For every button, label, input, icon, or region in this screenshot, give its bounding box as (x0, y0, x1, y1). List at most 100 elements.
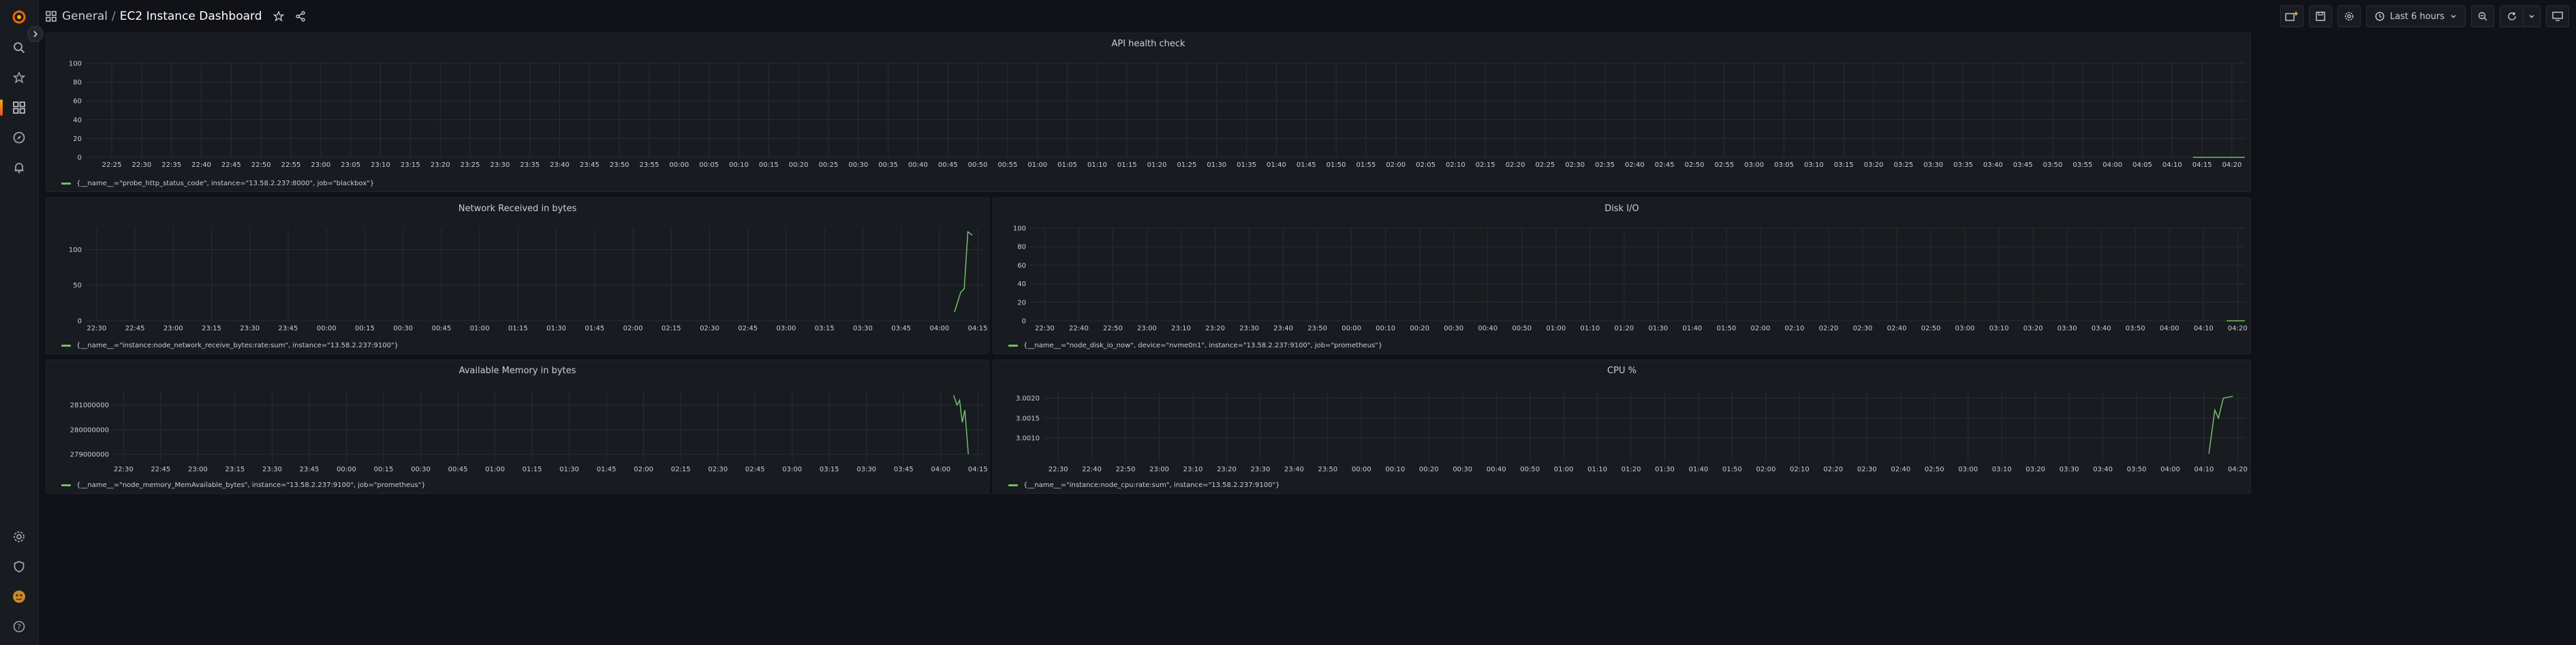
panel-network-received[interactable]: Network Received in bytes 100 50 0 22:30 22:… (46, 198, 989, 354)
legend-label: {__name__="instance:node_cpu:rate:sum", … (1023, 482, 1280, 489)
x-tick-label: 23:20 (431, 161, 450, 169)
x-tick-label: 22:45 (151, 466, 170, 473)
add-panel-button[interactable] (2280, 5, 2303, 27)
grafana-logo-icon[interactable] (8, 5, 30, 27)
panel-cpu-percent[interactable]: CPU % 3.0020 3.0015 3.0010 22:30 22:40 22:50 2… (993, 360, 2251, 494)
x-tick-label: 03:30 (856, 466, 876, 473)
x-tick-label: 01:35 (1237, 161, 1256, 169)
x-tick-label: 03:20 (2023, 325, 2043, 332)
x-tick-label: 04:10 (2194, 466, 2214, 473)
expand-sidebar-button[interactable] (27, 26, 44, 42)
time-picker-button[interactable]: Last 6 hours (2365, 5, 2466, 27)
x-tick-label: 23:45 (580, 161, 600, 169)
x-tick-label: 03:55 (2073, 161, 2092, 169)
x-tick-label: 00:10 (1385, 466, 1405, 473)
starred-icon[interactable] (8, 67, 30, 89)
x-tick-label: 00:30 (848, 161, 868, 169)
x-tick-label: 02:20 (1819, 325, 1839, 332)
save-dashboard-button[interactable] (2308, 5, 2332, 27)
x-tick-label: 03:30 (1923, 161, 1943, 169)
x-tick-label: 22:40 (191, 161, 211, 169)
refresh-interval-dropdown[interactable] (2523, 5, 2541, 27)
x-tick-label: 04:00 (2160, 325, 2179, 332)
x-tick-label: 03:45 (2013, 161, 2033, 169)
legend-item[interactable]: {__name__="probe_http_status_code", inst… (61, 180, 374, 187)
x-tick-label: 00:20 (1410, 325, 1429, 332)
x-tick-label: 00:50 (1520, 466, 1540, 473)
profile-avatar-icon[interactable] (8, 586, 30, 608)
panel-disk-io[interactable]: Disk I/O 100 80 60 40 20 0 22:30 22:40 22:50 23:0… (993, 198, 2251, 354)
legend-item[interactable]: {__name__="instance:node_cpu:rate:sum", … (1008, 482, 1279, 489)
dashboard-settings-button[interactable] (2337, 5, 2361, 27)
breadcrumb-folder-link[interactable]: General (62, 10, 108, 23)
x-tick-label: 02:30 (700, 325, 719, 332)
x-tick-label: 02:50 (1921, 325, 1941, 332)
share-icon[interactable] (295, 11, 306, 22)
configuration-icon[interactable] (8, 526, 30, 548)
x-tick-label: 03:00 (1958, 466, 1978, 473)
x-tick-label: 03:00 (1744, 161, 1764, 169)
x-tick-label: 22:30 (114, 466, 134, 473)
x-tick-label: 01:10 (1587, 466, 1607, 473)
x-tick-label: 00:25 (819, 161, 839, 169)
x-tick-label: 23:35 (520, 161, 540, 169)
x-tick-label: 03:15 (1834, 161, 1854, 169)
x-tick-label: 01:40 (1682, 325, 1702, 332)
refresh-button[interactable] (2500, 5, 2523, 27)
x-tick-label: 22:50 (251, 161, 271, 169)
legend-item[interactable]: {__name__="instance:node_network_receive… (61, 342, 399, 349)
x-tick-label: 00:00 (669, 161, 689, 169)
y-tick-label: 281000000 (70, 402, 109, 409)
x-tick-label: 02:15 (671, 466, 691, 473)
x-tick-label: 01:30 (1207, 161, 1226, 169)
panel-api-health-check[interactable]: API health check 100 80 60 40 20 0 22:25 22:30 2… (46, 33, 2251, 192)
x-tick-label: 22:40 (1069, 325, 1089, 332)
x-tick-label: 23:55 (640, 161, 659, 169)
y-tick-label: 0 (78, 318, 82, 326)
x-tick-label: 00:45 (431, 325, 451, 332)
x-tick-label: 22:50 (1103, 325, 1123, 332)
server-admin-icon[interactable] (8, 556, 30, 578)
x-tick-label: 23:30 (262, 466, 282, 473)
x-tick-label: 03:05 (1774, 161, 1794, 169)
x-tick-label: 04:20 (2228, 466, 2248, 473)
star-dashboard-icon[interactable] (273, 11, 284, 22)
x-tick-label: 00:40 (908, 161, 928, 169)
x-tick-label: 01:40 (1689, 466, 1709, 473)
x-tick-label: 03:00 (777, 325, 796, 332)
zoom-out-button[interactable] (2471, 5, 2494, 27)
x-tick-label: 01:00 (1546, 325, 1566, 332)
x-tick-label: 03:20 (2026, 466, 2045, 473)
x-tick-label: 00:30 (393, 325, 413, 332)
x-tick-label: 04:15 (2192, 161, 2212, 169)
x-tick-label: 01:00 (470, 325, 490, 332)
series-line (2208, 396, 2233, 454)
help-icon[interactable]: ? (8, 616, 30, 638)
dashboards-icon[interactable] (0, 97, 30, 119)
monitor-icon (2552, 12, 2563, 21)
x-tick-label: 02:45 (745, 466, 765, 473)
search-icon[interactable] (8, 37, 30, 59)
y-tick-label: 0 (1022, 318, 1026, 326)
tv-mode-button[interactable] (2546, 5, 2569, 27)
x-tick-label: 04:15 (968, 466, 988, 473)
legend-item[interactable]: {__name__="node_disk_io_now", device="nv… (1008, 342, 1382, 349)
x-tick-label: 00:50 (968, 161, 988, 169)
legend-swatch (1008, 345, 1018, 347)
alerting-icon[interactable] (8, 157, 30, 178)
explore-icon[interactable] (8, 127, 30, 148)
dashboard-title[interactable]: EC2 Instance Dashboard (120, 10, 262, 23)
x-tick-label: 04:10 (2162, 161, 2182, 169)
x-tick-label: 01:50 (1716, 325, 1736, 332)
panel-available-memory[interactable]: Available Memory in bytes 281000000 28000… (46, 360, 989, 494)
x-tick-label: 04:00 (2102, 161, 2122, 169)
x-tick-label: 22:45 (221, 161, 241, 169)
chart-cpu-percent: 3.0020 3.0015 3.0010 22:30 22:40 22:50 23:00 23… (1016, 390, 2248, 473)
x-tick-label: 00:15 (355, 325, 375, 332)
x-tick-label: 02:10 (1446, 161, 1465, 169)
y-tick-label: 20 (73, 136, 82, 143)
legend-item[interactable]: {__name__="node_memory_MemAvailable_byte… (61, 482, 426, 489)
zoom-out-icon (2478, 12, 2487, 21)
x-tick-label: 23:20 (1217, 466, 1237, 473)
x-tick-label: 02:30 (1857, 466, 1877, 473)
